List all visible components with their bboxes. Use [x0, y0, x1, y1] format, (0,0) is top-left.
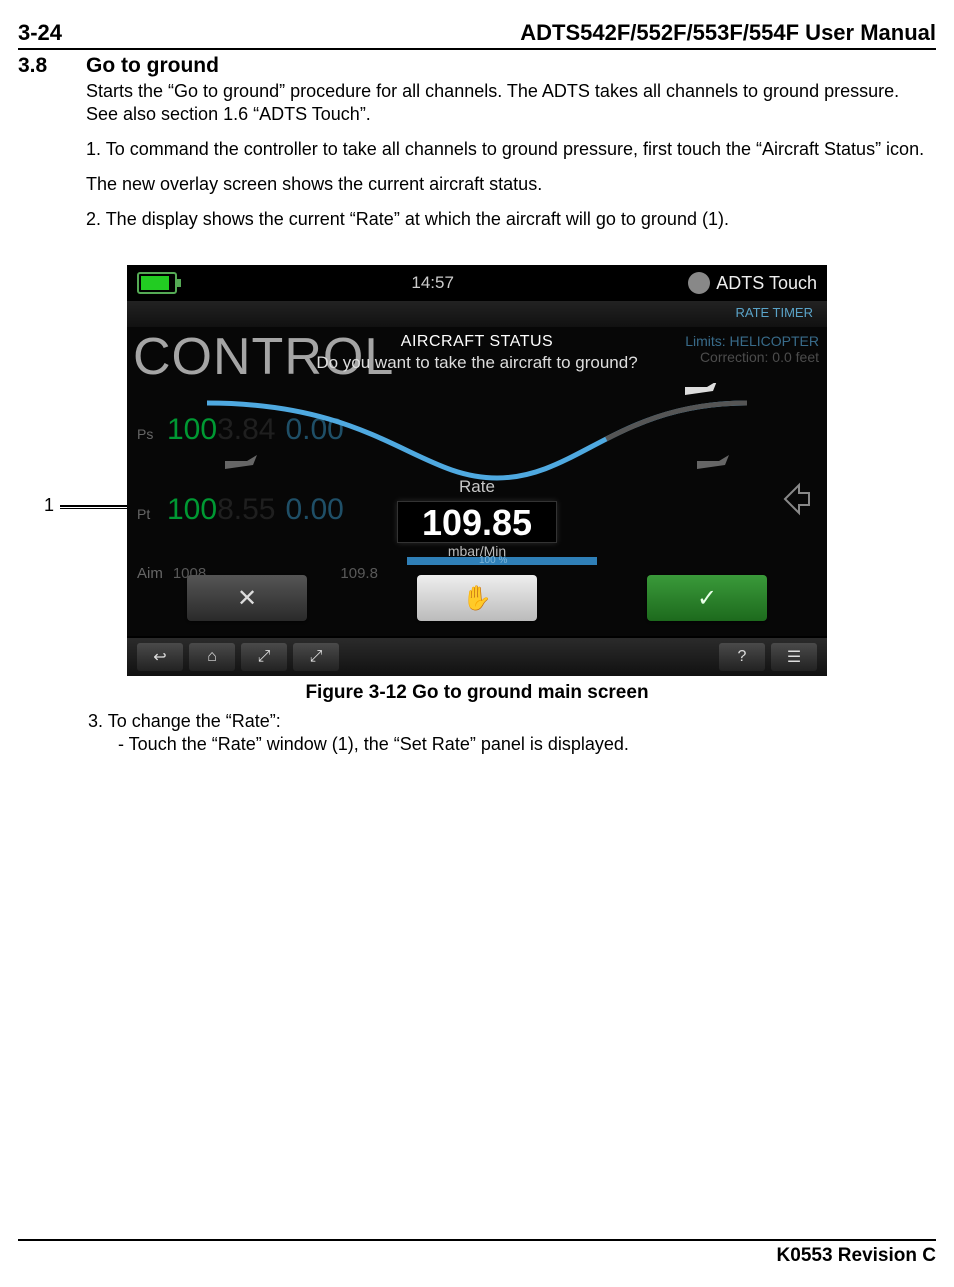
dialog-buttons: ✕ ✋ ✓ — [127, 575, 827, 621]
progress-text: 100 % — [479, 555, 507, 566]
step-3: 3. To change the “Rate”: — [88, 710, 936, 733]
rate-panel: Rate 109.85 mbar/Min — [127, 477, 827, 559]
device-main: CONTROL Limits: HELICOPTER Correction: 0… — [127, 327, 827, 636]
nav-back-button[interactable]: ↩ — [137, 643, 183, 671]
section-number: 3.8 — [18, 54, 58, 243]
dialog-title-block: AIRCRAFT STATUS Do you want to take the … — [127, 333, 827, 373]
hold-button[interactable]: ✋ — [417, 575, 537, 621]
nav-home-button[interactable]: ⌂ — [189, 643, 235, 671]
device-status-bar: 14:57 ADTS Touch — [127, 265, 827, 301]
section-body: Go to ground Starts the “Go to ground” p… — [86, 54, 936, 243]
brand-label: ADTS Touch — [688, 272, 817, 294]
dialog-title: AIRCRAFT STATUS — [127, 333, 827, 351]
manual-title: ADTS542F/552F/553F/554F User Manual — [520, 20, 936, 46]
aircraft-status-overlay: AIRCRAFT STATUS Do you want to take the … — [127, 327, 827, 636]
paragraph-intro: Starts the “Go to ground” procedure for … — [86, 80, 936, 126]
nav-expand1-button[interactable]: ⤢ — [241, 643, 287, 671]
page-footer: K0553 Revision C — [18, 1239, 936, 1267]
confirm-button[interactable]: ✓ — [647, 575, 767, 621]
section-title: Go to ground — [86, 54, 936, 78]
figure-caption: Figure 3-12 Go to ground main screen — [18, 682, 936, 704]
device-screenshot: 14:57 ADTS Touch RATE TIMER CONTROL Limi… — [127, 265, 827, 676]
progress-bar: 100 % — [407, 557, 597, 565]
ge-logo-icon — [688, 272, 710, 294]
figure-3-12: 1 14:57 ADTS Touch RATE TIMER CONTROL Li… — [18, 265, 936, 676]
nav-help-button[interactable]: ? — [719, 643, 765, 671]
step-1: 1. To command the controller to take all… — [86, 138, 936, 161]
step-2: 2. The display shows the current “Rate” … — [86, 208, 936, 231]
clock: 14:57 — [411, 273, 454, 293]
section: 3.8 Go to ground Starts the “Go to groun… — [18, 54, 936, 243]
step-3-sub: - Touch the “Rate” window (1), the “Set … — [118, 733, 936, 756]
step-1-note: The new overlay screen shows the current… — [86, 173, 936, 196]
revision-label: K0553 Revision C — [777, 1245, 936, 1266]
rate-value-box[interactable]: 109.85 — [397, 501, 557, 543]
nudge-right-icon[interactable] — [781, 477, 813, 521]
battery-icon — [137, 272, 177, 294]
page-header: 3-24 ADTS542F/552F/553F/554F User Manual — [18, 20, 936, 50]
callout-1-label: 1 — [44, 495, 54, 516]
nav-expand2-button[interactable]: ⤢ — [293, 643, 339, 671]
device-nav-bar: ↩ ⌂ ⤢ ⤢ ? ☰ — [127, 638, 827, 676]
dialog-question: Do you want to take the aircraft to grou… — [127, 353, 827, 373]
page-number: 3-24 — [18, 20, 62, 46]
cancel-button[interactable]: ✕ — [187, 575, 307, 621]
rate-label: Rate — [459, 477, 495, 497]
brand-text: ADTS Touch — [716, 273, 817, 294]
rate-timer-bar: RATE TIMER — [127, 301, 827, 327]
nav-menu-button[interactable]: ☰ — [771, 643, 817, 671]
